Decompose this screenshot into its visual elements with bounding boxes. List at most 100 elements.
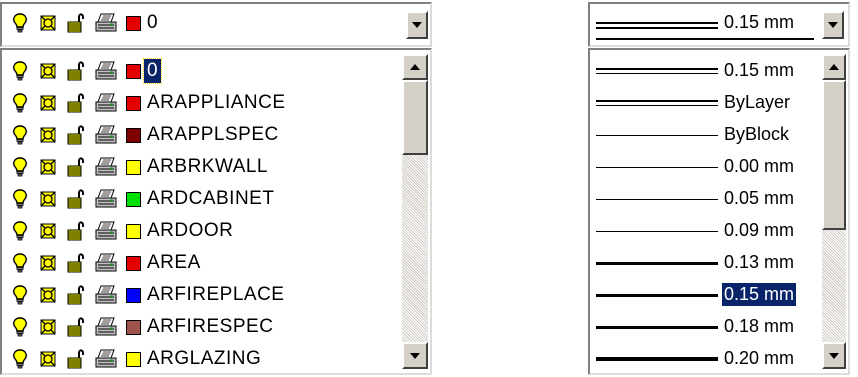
unlocked-padlock-icon[interactable] [66,12,86,34]
plotter-icon[interactable] [94,12,118,34]
lineweight-dropdown[interactable]: 0.15 mm [588,2,850,47]
layer-row[interactable]: ARDCABINET [2,182,382,215]
layer-name: ARDOOR [147,220,234,241]
sun-thawed-icon[interactable] [38,124,58,146]
layer-row[interactable]: ARAPPLSPEC [2,118,382,151]
plotter-icon[interactable] [94,188,118,210]
unlocked-padlock-icon[interactable] [66,92,86,114]
layer-combo-current: 0 [2,6,382,39]
layer-color-swatch[interactable] [126,256,141,271]
sun-thawed-icon[interactable] [38,60,58,82]
layer-scroll-thumb[interactable] [402,80,428,155]
layer-color-swatch[interactable] [126,160,141,175]
plotter-icon[interactable] [94,60,118,82]
lightbulb-on-icon[interactable] [10,188,30,210]
sun-thawed-icon[interactable] [38,316,58,338]
layer-row[interactable]: ARGLAZING [2,342,382,375]
layer-row[interactable]: 0 [2,6,382,39]
plotter-icon[interactable] [94,284,118,306]
lightbulb-on-icon[interactable] [10,124,30,146]
layer-color-swatch[interactable] [126,224,141,239]
lineweight-row[interactable]: 0.15 mm [590,278,840,311]
unlocked-padlock-icon[interactable] [66,348,86,370]
layer-name: ARAPPLIANCE [147,92,286,113]
plotter-icon[interactable] [94,92,118,114]
lightbulb-on-icon[interactable] [10,252,30,274]
layer-list[interactable]: 0 ARAPPLIANCE ARAPPLSPEC ARBRKWALL ARDCABINE… [0,48,432,375]
sun-thawed-icon[interactable] [38,156,58,178]
arrow-up-icon [829,64,839,70]
layer-scroll-up-button[interactable] [402,54,428,80]
layer-color-swatch[interactable] [126,192,141,207]
lightbulb-on-icon[interactable] [10,284,30,306]
unlocked-padlock-icon[interactable] [66,124,86,146]
lineweight-row[interactable]: 0.13 mm [590,246,840,279]
arrow-up-icon [410,64,420,70]
lineweight-row[interactable]: 0.18 mm [590,310,840,343]
layer-color-swatch[interactable] [126,128,141,143]
lineweight-dropdown-arrow-button[interactable] [822,11,844,39]
chevron-down-icon [828,22,838,28]
layer-row[interactable]: ARFIRESPEC [2,310,382,343]
unlocked-padlock-icon[interactable] [66,220,86,242]
plotter-icon[interactable] [94,252,118,274]
layer-scroll-down-button[interactable] [402,342,428,369]
lineweight-row[interactable]: ByBlock [590,118,840,151]
layer-row[interactable]: ARAPPLIANCE [2,86,382,119]
plotter-icon[interactable] [94,220,118,242]
plotter-icon[interactable] [94,316,118,338]
lineweight-scroll-thumb[interactable] [822,80,846,230]
layer-row[interactable]: ARDOOR [2,214,382,247]
lineweight-sample-line [596,357,718,361]
lightbulb-on-icon[interactable] [10,92,30,114]
lineweight-label: 0.00 mm [724,156,795,176]
plotter-icon[interactable] [94,348,118,370]
sun-thawed-icon[interactable] [38,12,58,34]
lightbulb-on-icon[interactable] [10,60,30,82]
lineweight-label: 0.15 mm [724,60,795,80]
lightbulb-on-icon[interactable] [10,220,30,242]
layer-color-swatch[interactable] [126,320,141,335]
lightbulb-on-icon[interactable] [10,348,30,370]
unlocked-padlock-icon[interactable] [66,60,86,82]
lineweight-sample-line [596,231,718,232]
unlocked-padlock-icon[interactable] [66,284,86,306]
layer-row[interactable]: AREA [2,246,382,279]
sun-thawed-icon[interactable] [38,284,58,306]
layer-dropdown-arrow-button[interactable] [406,11,428,39]
unlocked-padlock-icon[interactable] [66,316,86,338]
lineweight-list[interactable]: 0.15 mm ByLayer ByBlock 0.00 mm 0.05 mm 0.09 … [588,48,850,375]
lineweight-row[interactable]: 0.00 mm [590,150,840,183]
sun-thawed-icon[interactable] [38,252,58,274]
unlocked-padlock-icon[interactable] [66,156,86,178]
layer-color-swatch[interactable] [126,16,141,31]
lightbulb-on-icon[interactable] [10,316,30,338]
lineweight-row[interactable]: 0.15 mm [590,54,840,87]
layer-color-swatch[interactable] [126,352,141,367]
lineweight-scroll-down-button[interactable] [822,342,846,369]
layer-row[interactable]: ARBRKWALL [2,150,382,183]
unlocked-padlock-icon[interactable] [66,252,86,274]
lightbulb-on-icon[interactable] [10,156,30,178]
unlocked-padlock-icon[interactable] [66,188,86,210]
lineweight-scroll-up-button[interactable] [822,54,846,80]
lineweight-row[interactable]: 0.20 mm [590,342,840,375]
layer-row[interactable]: ARFIREPLACE [2,278,382,311]
layer-list-rows: 0 ARAPPLIANCE ARAPPLSPEC ARBRKWALL ARDCABINE… [2,54,394,372]
layer-row[interactable]: 0 [2,54,382,87]
lineweight-row[interactable]: 0.05 mm [590,182,840,215]
lineweight-row[interactable]: ByLayer [590,86,840,119]
layer-color-swatch[interactable] [126,96,141,111]
lightbulb-on-icon[interactable] [10,12,30,34]
plotter-icon[interactable] [94,156,118,178]
sun-thawed-icon[interactable] [38,188,58,210]
layer-color-swatch[interactable] [126,288,141,303]
layer-dropdown[interactable]: 0 [0,2,432,47]
sun-thawed-icon[interactable] [38,348,58,370]
lineweight-row[interactable]: 0.09 mm [590,214,840,247]
sun-thawed-icon[interactable] [38,92,58,114]
plotter-icon[interactable] [94,124,118,146]
lineweight-sample-line [596,135,718,136]
layer-color-swatch[interactable] [126,64,141,79]
sun-thawed-icon[interactable] [38,220,58,242]
